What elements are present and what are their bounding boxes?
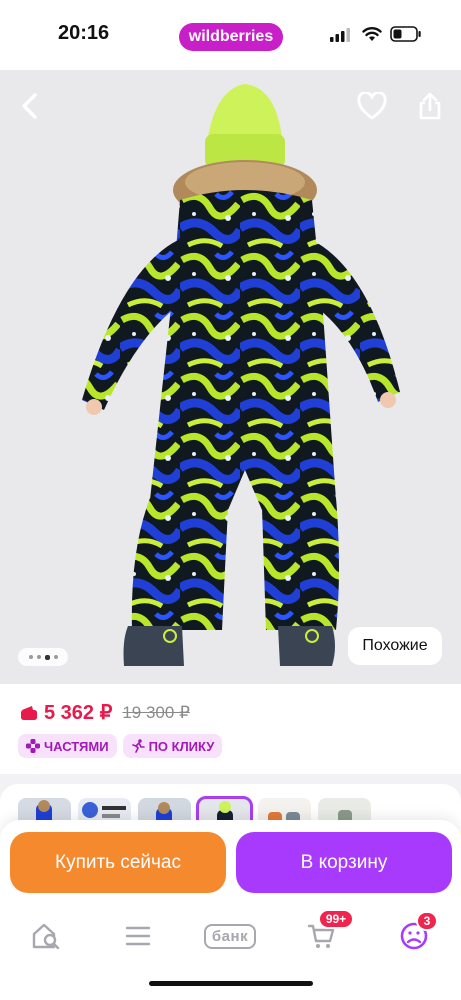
price-card: 5 362 ₽ 19 300 ₽ ЧАСТЯМИ ПО КЛИКУ [0, 684, 461, 774]
share-button[interactable] [410, 86, 450, 126]
brand-logo: wildberries [179, 23, 283, 51]
parts-icon [26, 739, 40, 753]
similar-button[interactable]: Похожие [348, 627, 442, 665]
home-indicator [149, 981, 313, 986]
tab-bank[interactable]: банк [198, 913, 262, 959]
back-button[interactable] [10, 86, 50, 126]
wallet-icon [21, 705, 37, 720]
home-search-icon [32, 923, 60, 950]
tab-home[interactable] [20, 913, 72, 959]
cart-count-badge: 99+ [318, 909, 354, 929]
profile-count-badge: 3 [416, 911, 438, 931]
product-image-gallery[interactable]: Похожие [0, 70, 461, 684]
pagination-dot [53, 655, 58, 659]
heart-icon [357, 92, 387, 120]
cellular-signal-icon [330, 28, 350, 42]
add-to-cart-button[interactable]: В корзину [236, 832, 452, 893]
pagination-dot [36, 655, 41, 659]
wifi-icon [362, 27, 382, 41]
current-price: 5 362 ₽ [44, 702, 113, 724]
share-icon [419, 92, 441, 120]
gallery-pagination [18, 648, 68, 666]
price-row: 5 362 ₽ 19 300 ₽ [20, 700, 190, 725]
product-photo [82, 84, 400, 666]
buy-now-button[interactable]: Купить сейчас [10, 832, 226, 893]
purchase-action-bar: Купить сейчас В корзину [0, 820, 461, 910]
status-time: 20:16 [58, 22, 110, 44]
menu-icon [125, 926, 151, 946]
payment-badges: ЧАСТЯМИ ПО КЛИКУ [18, 734, 223, 758]
battery-icon [390, 26, 421, 42]
bank-label: банк [203, 923, 257, 949]
badge-label: ПО КЛИКУ [148, 738, 215, 754]
status-bar: 20:16 wildberries [0, 0, 461, 70]
badge-one-click[interactable]: ПО КЛИКУ [122, 734, 223, 758]
badge-installments[interactable]: ЧАСТЯМИ [18, 734, 117, 758]
tab-profile[interactable]: 3 [388, 911, 440, 959]
pagination-dot-active [44, 654, 50, 660]
chevron-left-icon [22, 93, 37, 119]
tab-cart[interactable]: 99+ [296, 909, 354, 959]
runner-icon [131, 739, 145, 753]
tab-catalog[interactable] [112, 913, 164, 959]
old-price: 19 300 ₽ [122, 702, 190, 722]
favorite-button[interactable] [352, 86, 392, 126]
badge-label: ЧАСТЯМИ [44, 738, 109, 754]
pagination-dot [28, 655, 33, 659]
